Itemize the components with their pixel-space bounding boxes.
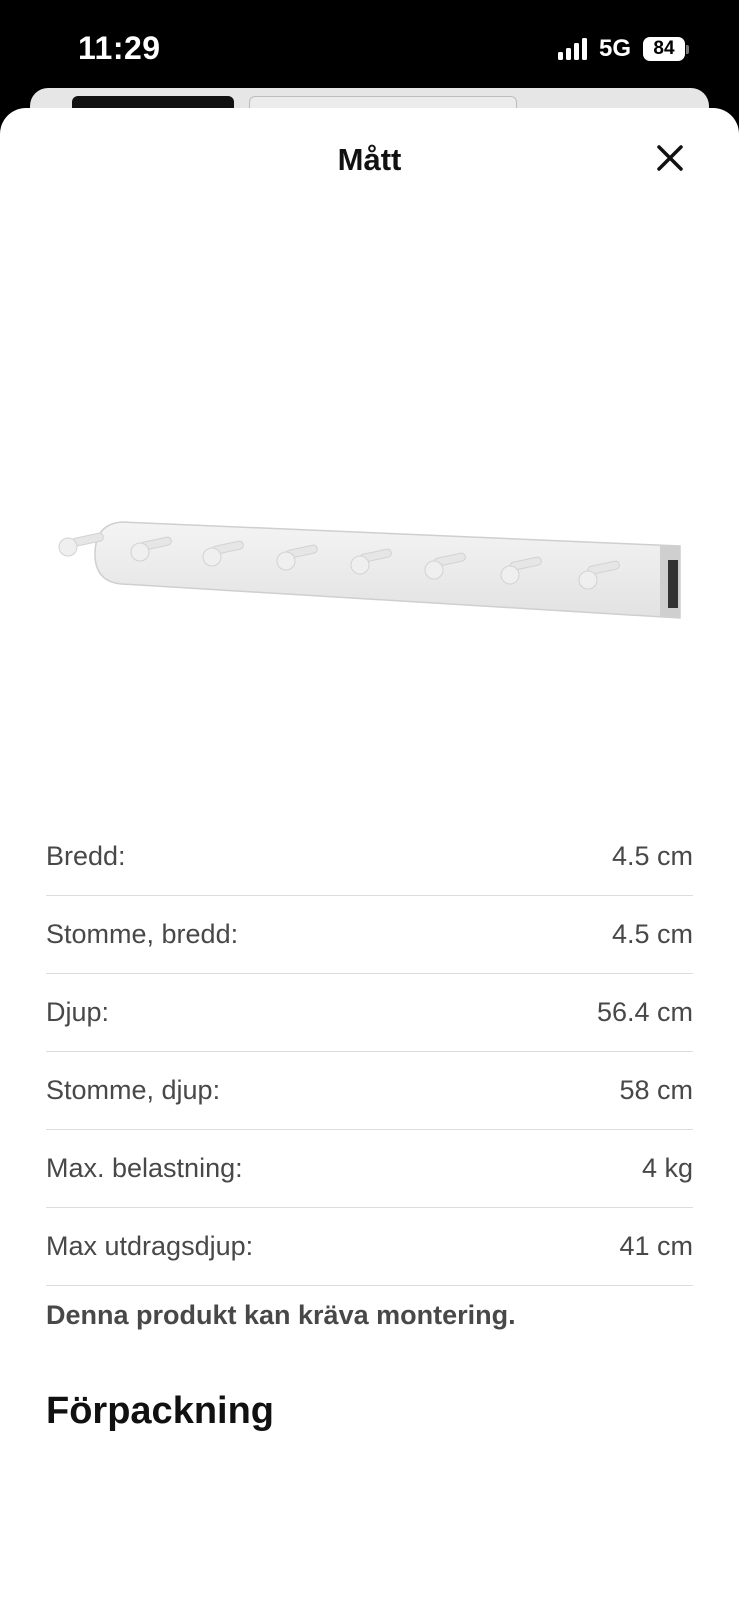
dimension-label: Max. belastning:	[46, 1153, 243, 1183]
network-type: 5G	[598, 35, 631, 62]
dimension-value: 4.5 cm	[611, 919, 693, 949]
battery-tip	[686, 44, 689, 54]
battery-level: 84	[643, 37, 685, 61]
close-icon	[657, 145, 683, 171]
dimension-value: 4 kg	[641, 1153, 693, 1183]
dimension-label: Djup:	[46, 997, 110, 1027]
dimension-value: 4.5 cm	[611, 841, 693, 871]
dimension-value: 58 cm	[619, 1075, 693, 1105]
dimension-value: 56.4 cm	[596, 997, 693, 1027]
dimension-row: Max utdragsdjup: 41 cm	[46, 1208, 693, 1286]
dimension-label: Max utdragsdjup:	[46, 1231, 254, 1261]
sheet-title: Mått	[337, 142, 402, 177]
dimensions-list: Bredd: 4.5 cm Stomme, bredd: 4.5 cm Djup…	[46, 818, 693, 1286]
status-bar: 11:29 5G 84	[0, 0, 739, 100]
dimension-row: Stomme, djup: 58 cm	[46, 1052, 693, 1130]
dimension-label: Stomme, djup:	[46, 1075, 221, 1105]
dimension-label: Bredd:	[46, 841, 126, 871]
status-indicators: 5G 84	[557, 35, 689, 62]
status-time: 11:29	[78, 30, 161, 66]
battery-icon: 84	[643, 37, 689, 61]
signal-icon	[557, 38, 587, 60]
dimension-row: Bredd: 4.5 cm	[46, 818, 693, 896]
dimension-row: Djup: 56.4 cm	[46, 974, 693, 1052]
close-button[interactable]	[648, 136, 692, 180]
packaging-heading: Förpackning	[46, 1390, 275, 1432]
dimension-row: Stomme, bredd: 4.5 cm	[46, 896, 693, 974]
product-image	[58, 521, 681, 619]
dimension-label: Stomme, bredd:	[46, 919, 239, 949]
assembly-notice: Denna produkt kan kräva montering.	[46, 1300, 516, 1330]
dimension-value: 41 cm	[619, 1231, 693, 1261]
dimension-row: Max. belastning: 4 kg	[46, 1130, 693, 1208]
